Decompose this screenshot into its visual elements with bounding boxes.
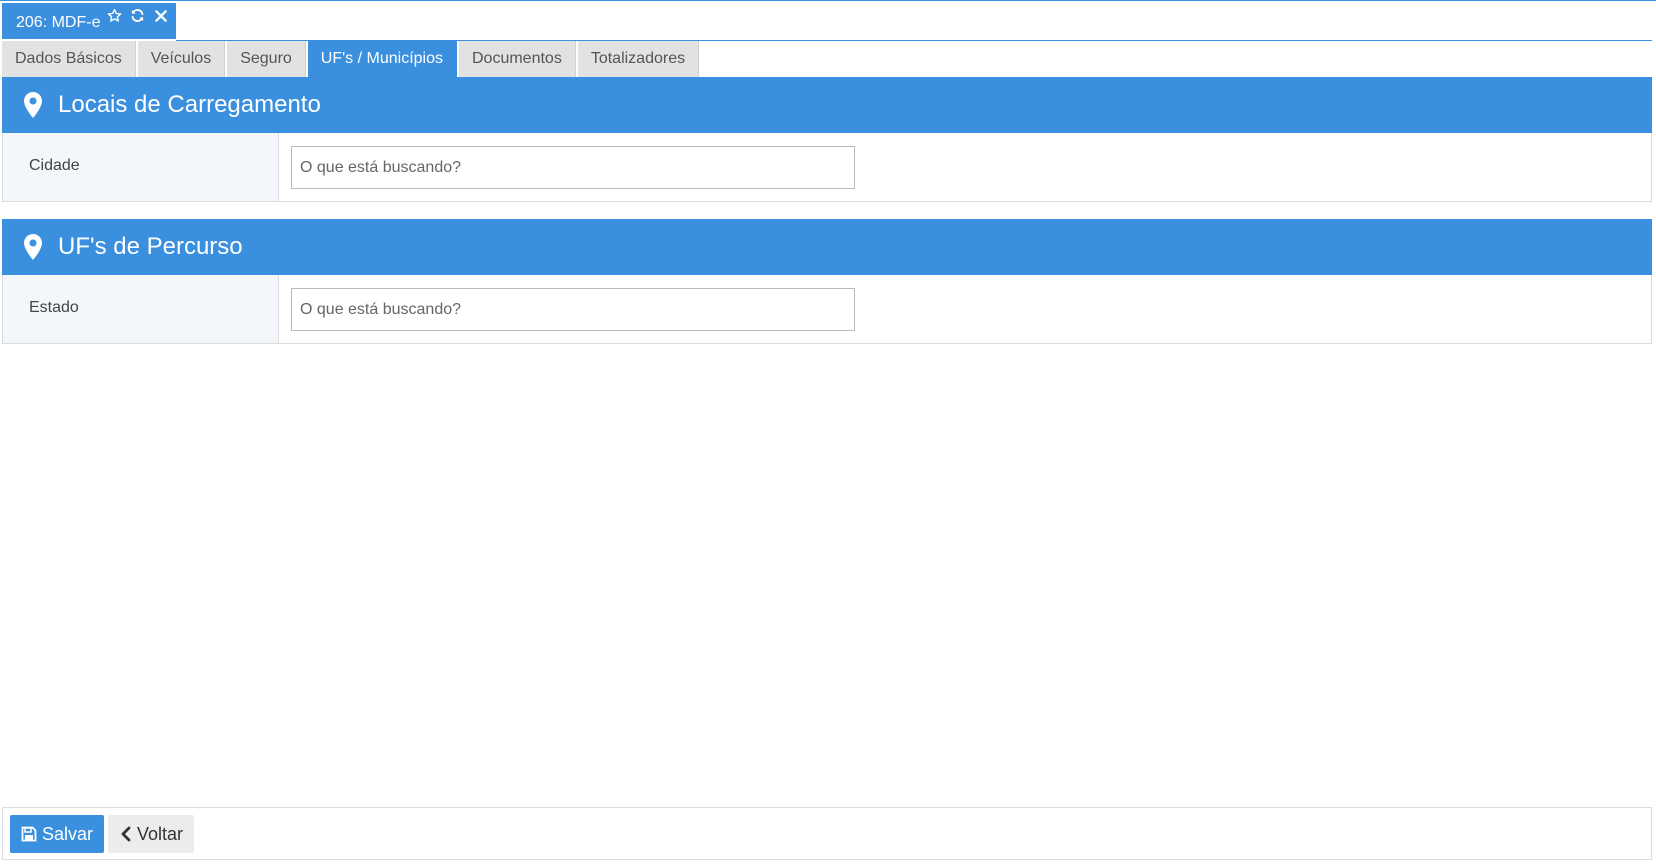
close-icon[interactable] (152, 7, 169, 24)
estado-label: Estado (3, 275, 279, 343)
save-icon (21, 826, 37, 842)
loading-locations-panel: Locais de Carregamento Cidade (2, 77, 1652, 202)
top-border (0, 0, 1656, 1)
tab-seguro[interactable]: Seguro (227, 41, 306, 77)
route-states-panel: UF's de Percurso Estado (2, 219, 1652, 344)
chevron-left-icon (120, 826, 132, 842)
panel-header: Locais de Carregamento (2, 77, 1652, 133)
star-icon[interactable] (106, 7, 123, 24)
estado-search-input[interactable] (291, 288, 855, 331)
field-cell (279, 275, 855, 343)
tab-veiculos[interactable]: Veículos (137, 41, 226, 77)
tab-dados-basicos[interactable]: Dados Básicos (2, 41, 136, 77)
window-tab-actions (106, 7, 169, 24)
field-cell (279, 133, 855, 201)
cidade-label: Cidade (3, 133, 279, 201)
cidade-search-input[interactable] (291, 146, 855, 189)
panel-body: Cidade (2, 133, 1652, 202)
form-footer: Salvar Voltar (2, 807, 1652, 860)
panel-title: Locais de Carregamento (58, 91, 321, 118)
window-tab[interactable]: 206: MDF-e (2, 3, 176, 39)
tab-totalizadores[interactable]: Totalizadores (577, 41, 700, 77)
save-button[interactable]: Salvar (10, 815, 104, 853)
window-tab-title: 206: MDF-e (16, 14, 101, 31)
panel-body: Estado (2, 275, 1652, 344)
panel-title: UF's de Percurso (58, 233, 243, 260)
tab-documentos[interactable]: Documentos (459, 41, 576, 77)
save-label: Salvar (42, 823, 94, 844)
tab-ufs-municipios[interactable]: UF's / Municípios (307, 41, 457, 77)
map-marker-icon (24, 234, 42, 260)
back-button[interactable]: Voltar (108, 815, 194, 853)
back-label: Voltar (137, 823, 184, 844)
panel-header: UF's de Percurso (2, 219, 1652, 275)
tab-bar: Dados Básicos Veículos Seguro UF's / Mun… (2, 41, 701, 77)
refresh-icon[interactable] (129, 7, 146, 24)
map-marker-icon (24, 92, 42, 118)
